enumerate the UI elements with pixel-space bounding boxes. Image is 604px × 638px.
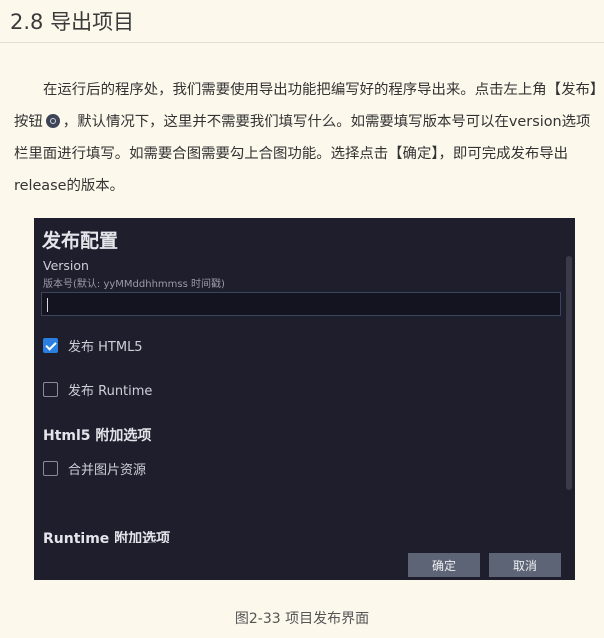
dialog-scrollbar[interactable] bbox=[566, 256, 572, 490]
text-caret bbox=[47, 298, 48, 312]
dialog-title: 发布配置 bbox=[42, 230, 119, 252]
merge-images-option[interactable]: 合并图片资源 bbox=[43, 459, 146, 478]
publish-runtime-label: 发布 Runtime bbox=[68, 384, 153, 399]
version-hint: 版本号(默认: yyMMddhhmmss 时间戳) bbox=[43, 279, 225, 290]
publish-html5-option[interactable]: 发布 HTML5 bbox=[43, 336, 143, 355]
merge-images-checkbox[interactable] bbox=[43, 461, 58, 476]
paragraph-text-2: ，默认情况下，这里并不需要我们填写什么。如需要填写版本号可以在version选项… bbox=[14, 114, 591, 194]
cancel-button[interactable]: 取消 bbox=[489, 553, 561, 577]
publish-runtime-checkbox[interactable] bbox=[43, 382, 58, 397]
publish-runtime-option[interactable]: 发布 Runtime bbox=[43, 380, 152, 399]
section-title: 2.8 导出项目 bbox=[10, 10, 135, 34]
confirm-button[interactable]: 确定 bbox=[408, 553, 480, 577]
body-paragraph: 在运行后的程序处，我们需要使用导出功能把编写好的程序导出来。点击左上角【发布】按… bbox=[14, 74, 598, 202]
runtime-options-heading: Runtime 附加选项 bbox=[43, 531, 171, 543]
version-label: Version bbox=[43, 258, 89, 273]
title-divider bbox=[0, 42, 604, 43]
publish-icon bbox=[45, 114, 60, 128]
publish-config-dialog: 发布配置 Version 版本号(默认: yyMMddhhmmss 时间戳) 发… bbox=[34, 218, 575, 580]
merge-images-label: 合并图片资源 bbox=[68, 463, 147, 478]
html5-options-heading: Html5 附加选项 bbox=[43, 428, 152, 444]
version-input[interactable] bbox=[41, 292, 561, 316]
publish-html5-checkbox[interactable] bbox=[43, 338, 58, 353]
figure-caption: 图2-33 项目发布界面 bbox=[234, 611, 370, 627]
publish-html5-label: 发布 HTML5 bbox=[68, 340, 143, 355]
